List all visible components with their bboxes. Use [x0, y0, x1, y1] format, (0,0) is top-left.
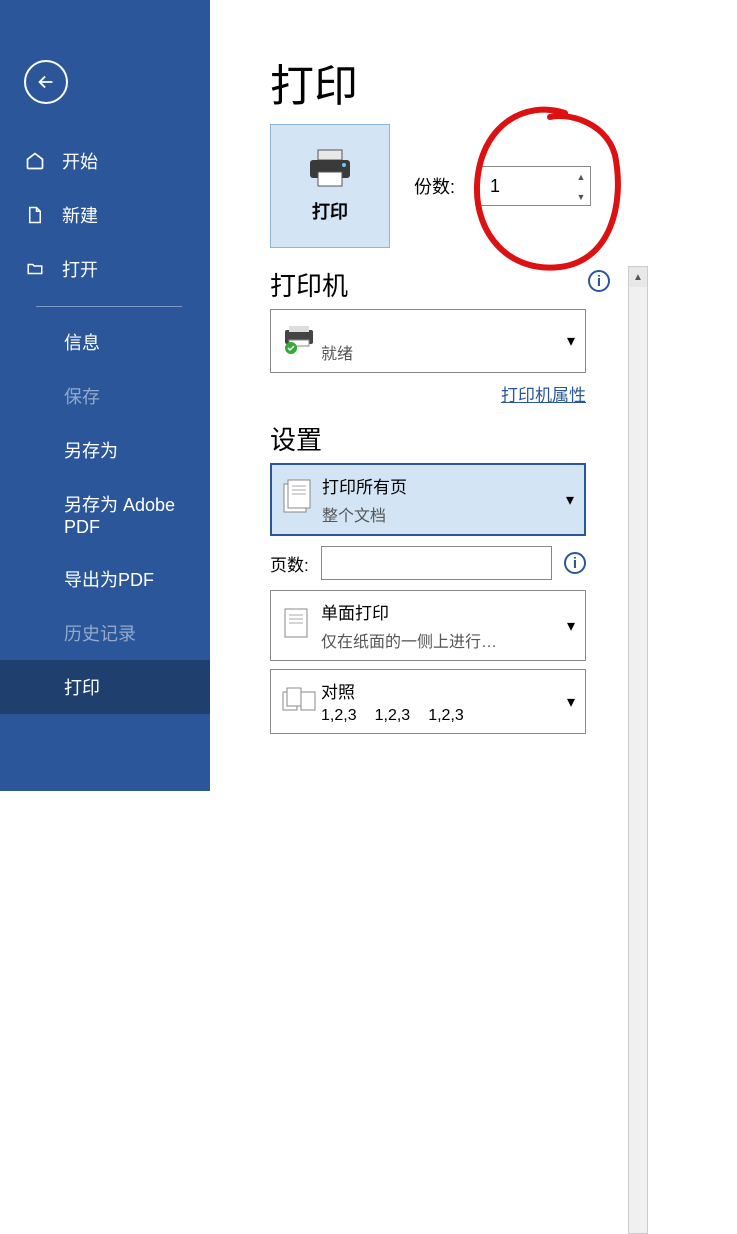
printer-icon — [306, 148, 354, 188]
collated-seq2: 1,2,3 — [375, 707, 411, 725]
sidebar-history: 历史记录 — [0, 606, 210, 660]
collated-title: 对照 — [321, 678, 464, 703]
folder-open-icon — [24, 258, 46, 280]
copies-label: 份数: — [414, 173, 455, 199]
chevron-down-icon: ▾ — [567, 331, 575, 351]
sidebar-info[interactable]: 信息 — [0, 315, 210, 369]
sidebar-home[interactable]: 开始 — [0, 134, 210, 188]
print-button[interactable]: 打印 — [270, 124, 390, 248]
collated-dropdown[interactable]: 对照 1,2,3 1,2,3 1,2,3 ▾ — [270, 669, 586, 734]
back-button[interactable] — [24, 60, 68, 104]
main-panel: 打印 打印 份数: ▲ ▼ ▲ 打印机 i — [210, 0, 737, 791]
printer-dropdown[interactable]: 就绪 ▾ — [270, 309, 586, 373]
chevron-down-icon: ▾ — [567, 616, 575, 636]
pages-all-icon — [282, 478, 322, 521]
printer-status: 就绪 — [321, 340, 353, 364]
one-sided-sub: 仅在纸面的一侧上进行… — [321, 628, 497, 652]
new-doc-icon — [24, 204, 46, 226]
collated-seq3: 1,2,3 — [428, 707, 464, 725]
chevron-down-icon: ▾ — [567, 692, 575, 712]
copies-down-icon[interactable]: ▼ — [572, 187, 590, 207]
page-title: 打印 — [270, 50, 737, 114]
collated-icon — [281, 684, 321, 719]
sidebar-new-label: 新建 — [62, 202, 98, 228]
pages-info-icon[interactable]: i — [564, 552, 586, 574]
printer-ready-icon — [281, 324, 321, 359]
copies-spinner[interactable]: ▲ ▼ — [479, 166, 591, 206]
sidebar-home-label: 开始 — [62, 148, 98, 174]
one-sided-icon — [281, 605, 321, 646]
sidebar-save-as[interactable]: 另存为 — [0, 423, 210, 477]
pages-label: 页数: — [270, 551, 309, 576]
vertical-scrollbar[interactable]: ▲ — [628, 266, 648, 1234]
printer-properties-link[interactable]: 打印机属性 — [270, 381, 586, 406]
home-icon — [24, 150, 46, 172]
copies-input[interactable] — [480, 167, 572, 205]
sidebar-open-label: 打开 — [62, 256, 98, 282]
sidebar-save-as-adobe-pdf[interactable]: 另存为 Adobe PDF — [0, 477, 210, 552]
one-sided-title: 单面打印 — [321, 599, 497, 624]
one-sided-dropdown[interactable]: 单面打印 仅在纸面的一侧上进行… ▾ — [270, 590, 586, 661]
copies-up-icon[interactable]: ▲ — [572, 167, 590, 187]
print-range-dropdown[interactable]: 打印所有页 整个文档 ▾ — [270, 463, 586, 536]
printer-info-icon[interactable]: i — [588, 270, 610, 292]
chevron-down-icon: ▾ — [566, 490, 574, 510]
sidebar-open[interactable]: 打开 — [0, 242, 210, 296]
backstage-sidebar: 开始 新建 打开 信息 保存 另存为 另存为 Adobe PDF 导出为PDF … — [0, 0, 210, 791]
sidebar-divider — [36, 306, 182, 307]
settings-section-title: 设置 — [270, 420, 620, 457]
printer-section-title: 打印机 — [270, 266, 620, 303]
sidebar-export-pdf[interactable]: 导出为PDF — [0, 552, 210, 606]
scroll-up-icon[interactable]: ▲ — [629, 267, 647, 287]
arrow-left-icon — [35, 71, 57, 93]
print-range-title: 打印所有页 — [322, 473, 407, 498]
sidebar-print[interactable]: 打印 — [0, 660, 210, 714]
print-range-sub: 整个文档 — [322, 502, 407, 526]
sidebar-save: 保存 — [0, 369, 210, 423]
pages-input[interactable] — [321, 546, 552, 580]
sidebar-new[interactable]: 新建 — [0, 188, 210, 242]
collated-seq1: 1,2,3 — [321, 707, 357, 725]
print-button-label: 打印 — [312, 198, 348, 224]
